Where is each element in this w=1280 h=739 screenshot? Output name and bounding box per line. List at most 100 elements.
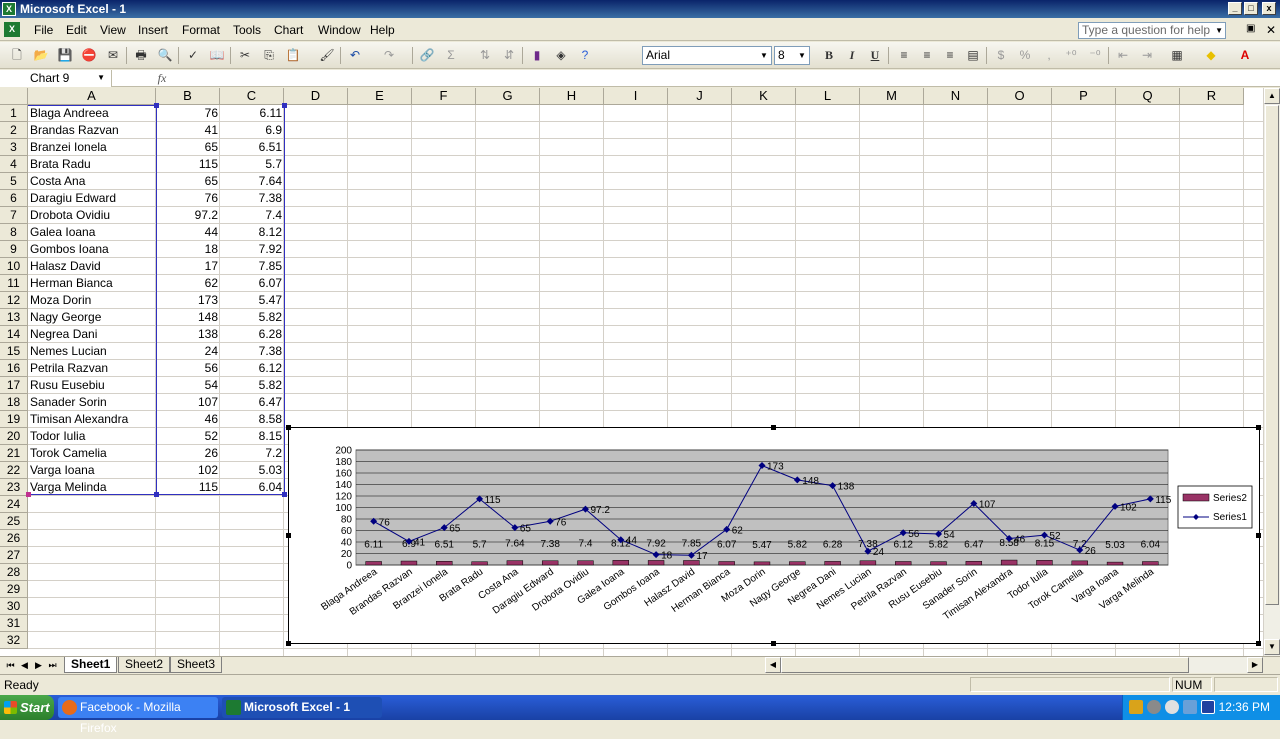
scroll-left-icon[interactable]: ◀ [765,657,781,673]
row-header[interactable]: 8 [0,224,28,241]
copy-icon[interactable]: ⎘ [260,47,278,64]
cell-score[interactable] [157,581,218,598]
menu-view[interactable]: View [100,23,126,37]
cell-score[interactable] [157,547,218,564]
align-center-icon[interactable]: ≡ [918,47,936,64]
cell-grade[interactable] [221,547,282,564]
minimize-button[interactable]: _ [1228,2,1242,15]
cell-grade[interactable]: 7.38 [221,343,282,360]
row-header[interactable]: 10 [0,258,28,275]
save-icon[interactable]: 💾 [56,47,74,64]
row-header[interactable]: 25 [0,513,28,530]
column-header-e[interactable]: E [348,88,412,105]
bold-button[interactable]: B [820,47,838,64]
chart-resize-handle[interactable] [771,425,776,430]
italic-button[interactable]: I [843,47,861,64]
vertical-scroll-thumb[interactable] [1265,105,1279,605]
row-header[interactable]: 9 [0,241,28,258]
cell-grade[interactable]: 5.82 [221,377,282,394]
row-header[interactable]: 1 [0,105,28,122]
increase-decimal-icon[interactable]: ⁺⁰ [1062,47,1080,64]
cell-score[interactable]: 65 [157,139,218,156]
menu-file[interactable]: File [34,23,53,37]
row-header[interactable]: 28 [0,564,28,581]
cell-grade[interactable]: 8.58 [221,411,282,428]
cell-name[interactable] [30,598,154,615]
column-header-n[interactable]: N [924,88,988,105]
chart-resize-handle[interactable] [1256,533,1261,538]
sort-descending-icon[interactable]: ⇵ [500,47,518,64]
tray-app-icon[interactable] [1147,700,1161,714]
column-header-i[interactable]: I [604,88,668,105]
align-left-icon[interactable]: ≡ [895,47,913,64]
menu-edit[interactable]: Edit [66,23,87,37]
font-size-select[interactable]: 8 ▼ [774,46,810,65]
decrease-indent-icon[interactable]: ⇤ [1114,47,1132,64]
cell-score[interactable]: 17 [157,258,218,275]
cell-grade[interactable]: 6.47 [221,394,282,411]
column-header-h[interactable]: H [540,88,604,105]
cell-score[interactable]: 26 [157,445,218,462]
chart-resize-handle[interactable] [1256,641,1261,646]
undo-icon[interactable]: ↶ [346,47,364,64]
range-handle[interactable] [282,492,287,497]
maximize-button[interactable]: □ [1244,2,1258,15]
column-header-d[interactable]: D [284,88,348,105]
cell-grade[interactable]: 5.47 [221,292,282,309]
cell-name[interactable]: Brandas Razvan [30,122,154,139]
cell-grade[interactable]: 7.64 [221,173,282,190]
row-header[interactable]: 23 [0,479,28,496]
cell-name[interactable]: Branzei Ionela [30,139,154,156]
font-color-icon[interactable]: A [1236,47,1254,64]
cell-score[interactable] [157,632,218,649]
cell-name[interactable]: Drobota Ovidiu [30,207,154,224]
cell-score[interactable]: 115 [157,156,218,173]
cell-name[interactable]: Varga Ioana [30,462,154,479]
cell-name[interactable] [30,581,154,598]
research-icon[interactable]: 📖 [208,47,226,64]
cell-name[interactable]: Petrila Razvan [30,360,154,377]
row-header[interactable]: 4 [0,156,28,173]
cell-score[interactable]: 46 [157,411,218,428]
align-right-icon[interactable]: ≡ [941,47,959,64]
row-header[interactable]: 6 [0,190,28,207]
row-header[interactable]: 26 [0,530,28,547]
cell-grade[interactable]: 7.38 [221,190,282,207]
cell-grade[interactable]: 6.9 [221,122,282,139]
column-header-l[interactable]: L [796,88,860,105]
percent-button[interactable]: % [1016,47,1034,64]
cell-score[interactable]: 138 [157,326,218,343]
cell-score[interactable]: 76 [157,105,218,122]
row-header[interactable]: 29 [0,581,28,598]
cell-grade[interactable] [221,530,282,547]
tab-sheet3[interactable]: Sheet3 [170,657,223,673]
tray-app-icon[interactable] [1165,700,1179,714]
cell-grade[interactable] [221,513,282,530]
row-header[interactable]: 20 [0,428,28,445]
cell-score[interactable]: 54 [157,377,218,394]
task-excel[interactable]: Microsoft Excel - 1 [222,697,382,718]
open-icon[interactable]: 📂 [32,47,50,64]
cell-grade[interactable]: 6.11 [221,105,282,122]
chart-wizard-icon[interactable]: ▮ [528,47,546,64]
cell-name[interactable]: Herman Bianca [30,275,154,292]
cell-grade[interactable] [221,615,282,632]
row-header[interactable]: 14 [0,326,28,343]
chevron-down-icon[interactable]: ▼ [97,70,105,86]
row-header[interactable]: 12 [0,292,28,309]
cut-icon[interactable]: ✂ [236,47,254,64]
cell-grade[interactable]: 5.82 [221,309,282,326]
cell-grade[interactable]: 7.2 [221,445,282,462]
row-header[interactable]: 22 [0,462,28,479]
cell-grade[interactable]: 8.12 [221,224,282,241]
cell-grade[interactable]: 5.7 [221,156,282,173]
tray-media-icon[interactable] [1201,700,1215,714]
cell-name[interactable]: Gombos Ioana [30,241,154,258]
cell-grade[interactable] [221,496,282,513]
help-search-input[interactable]: Type a question for help ▼ [1078,22,1226,39]
horizontal-scroll-thumb[interactable] [781,657,1189,673]
workbook-icon[interactable]: X [4,22,20,37]
permission-icon[interactable]: ⛔ [80,47,98,64]
column-header-k[interactable]: K [732,88,796,105]
column-header-j[interactable]: J [668,88,732,105]
